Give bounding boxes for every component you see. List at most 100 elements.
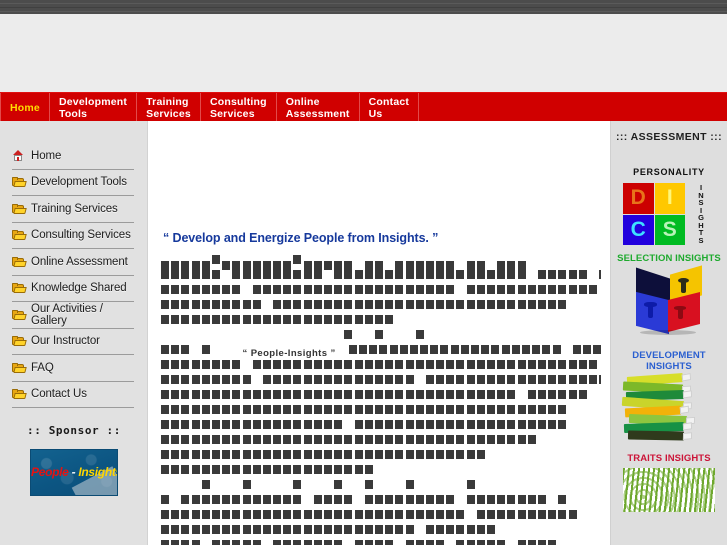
missing-glyph-box	[181, 450, 190, 459]
missing-glyph-box	[364, 390, 373, 399]
missing-glyph-box	[303, 450, 312, 459]
missing-glyph-box	[273, 375, 282, 384]
nav-item-consulting[interactable]: Consulting Services	[201, 92, 277, 122]
disc-personality-widget[interactable]: DICS INSIGHTS	[623, 183, 715, 245]
missing-glyph-box	[283, 495, 292, 504]
disc-cell-i[interactable]: I	[654, 183, 685, 214]
missing-glyph-box	[211, 315, 220, 324]
missing-glyph-box	[537, 270, 546, 279]
missing-glyph-box	[344, 360, 353, 369]
folder-icon	[12, 177, 27, 188]
missing-glyph-box	[171, 360, 180, 369]
cube-figure-arms	[644, 302, 657, 307]
text-gap	[283, 480, 291, 489]
missing-glyph-box	[252, 405, 261, 414]
missing-glyph-box	[313, 405, 322, 414]
sidebar-item-development-tools[interactable]: Development Tools	[12, 170, 134, 196]
missing-glyph-box	[415, 390, 424, 399]
missing-glyph-box	[201, 270, 210, 279]
nav-item-online[interactable]: Online Assessment	[277, 92, 360, 122]
missing-glyph-box	[181, 345, 190, 354]
missing-glyph-box	[211, 420, 220, 429]
missing-glyph-box	[171, 510, 180, 519]
missing-glyph-box	[476, 540, 485, 545]
missing-glyph-box	[161, 450, 169, 459]
missing-glyph-box	[222, 261, 231, 270]
text-gap	[456, 480, 464, 489]
sponsor-banner[interactable]: People - Insights	[30, 449, 118, 496]
sidebar-item-consulting-services[interactable]: Consulting Services	[12, 223, 134, 249]
disc-grid[interactable]: DICS	[623, 183, 685, 245]
text-gap	[212, 345, 220, 354]
book-stack-icon[interactable]	[621, 373, 717, 441]
missing-glyph-box	[517, 495, 526, 504]
nav-item-contact[interactable]: Contact Us	[360, 92, 420, 122]
sidebar-item-faq[interactable]: FAQ	[12, 355, 134, 382]
nav-item-training[interactable]: Training Services	[137, 92, 201, 122]
sidebar-item-contact-us[interactable]: Contact Us	[12, 382, 134, 408]
disc-cell-c[interactable]: C	[623, 214, 654, 245]
text-line	[161, 390, 601, 405]
missing-glyph-box	[364, 420, 373, 429]
missing-glyph-box	[517, 435, 526, 444]
missing-glyph-box	[446, 420, 455, 429]
missing-glyph-box	[385, 540, 394, 545]
missing-glyph-box	[532, 345, 541, 354]
cube-icon[interactable]	[626, 265, 712, 340]
text-gap	[395, 480, 403, 489]
missing-glyph-box	[262, 360, 271, 369]
missing-glyph-box	[537, 375, 546, 384]
missing-glyph-box	[303, 300, 312, 309]
missing-glyph-box	[191, 405, 200, 414]
missing-glyph-box	[252, 525, 261, 534]
missing-glyph-box	[497, 420, 506, 429]
missing-glyph-box	[354, 285, 363, 294]
missing-glyph-box	[425, 285, 434, 294]
missing-glyph-box	[242, 540, 251, 545]
missing-glyph-box	[242, 270, 251, 279]
missing-glyph-box	[354, 390, 363, 399]
missing-glyph-box	[161, 300, 169, 309]
missing-glyph-box	[313, 450, 322, 459]
missing-glyph-box	[242, 480, 251, 489]
missing-glyph-box	[262, 510, 271, 519]
missing-glyph-box	[385, 525, 394, 534]
missing-glyph-box	[395, 300, 404, 309]
missing-glyph-box	[369, 345, 378, 354]
page-root: Home Development Tools Training Services Cons…	[0, 0, 727, 545]
banner-text-insights: Insights	[78, 465, 118, 479]
missing-glyph-box	[385, 300, 394, 309]
text-gap	[548, 495, 556, 504]
text-line	[161, 375, 601, 390]
missing-glyph-box	[252, 435, 261, 444]
missing-glyph-box	[334, 375, 343, 384]
sidebar-item-our-instructor[interactable]: Our Instructor	[12, 329, 134, 355]
sidebar-item-knowledge-shared[interactable]: Knowledge Shared	[12, 276, 134, 302]
missing-glyph-box	[497, 261, 506, 270]
missing-glyph-box	[374, 360, 383, 369]
missing-glyph-box	[517, 270, 526, 279]
missing-glyph-box	[364, 495, 373, 504]
fingerprint-icon[interactable]	[623, 468, 715, 512]
sidebar-item-home[interactable]: Home	[12, 143, 134, 170]
missing-glyph-box	[395, 510, 404, 519]
disc-cell-s[interactable]: S	[654, 214, 685, 245]
missing-glyph-box	[415, 420, 424, 429]
missing-glyph-box	[476, 525, 485, 534]
sidebar-item-online-assessment[interactable]: Online Assessment	[12, 249, 134, 276]
disc-cell-d[interactable]: D	[623, 183, 654, 214]
missing-glyph-box	[599, 270, 601, 279]
missing-glyph-box	[548, 510, 557, 519]
sidebar-item-training-services[interactable]: Training Services	[12, 196, 134, 223]
missing-glyph-box	[415, 300, 424, 309]
missing-glyph-box	[385, 285, 394, 294]
sidebar-item-our-activities-gallery[interactable]: Our Activities / Gallery	[12, 302, 134, 329]
nav-item-development[interactable]: Development Tools	[50, 92, 138, 122]
missing-glyph-box	[425, 435, 434, 444]
missing-glyph-box	[588, 360, 597, 369]
missing-glyph-box	[364, 270, 373, 279]
nav-item-home[interactable]: Home	[0, 92, 50, 122]
missing-glyph-box	[436, 300, 445, 309]
missing-glyph-box	[466, 495, 475, 504]
text-gap	[507, 540, 515, 545]
